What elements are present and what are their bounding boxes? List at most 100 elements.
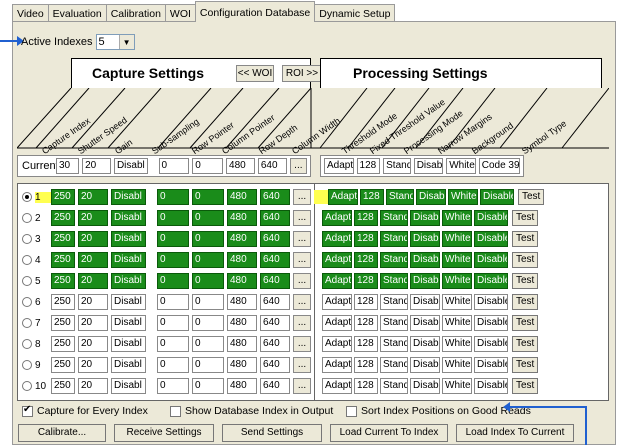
row-processing-field[interactable]: Disabl bbox=[410, 294, 440, 310]
send-settings-button[interactable]: Send Settings bbox=[222, 424, 322, 442]
row-processing-field[interactable]: White bbox=[448, 189, 478, 205]
row-processing-field[interactable]: Stand bbox=[380, 378, 408, 394]
row-processing-field[interactable]: White bbox=[442, 378, 472, 394]
row-capture-field[interactable]: 0 bbox=[192, 189, 224, 205]
row-capture-field[interactable]: 250 bbox=[51, 273, 75, 289]
row-ellipsis-button[interactable]: ... bbox=[293, 189, 311, 205]
row-test-button[interactable]: Test bbox=[512, 357, 539, 373]
row-capture-field[interactable]: 0 bbox=[192, 378, 224, 394]
row-processing-field[interactable]: 128 bbox=[354, 273, 378, 289]
row-processing-field[interactable]: White bbox=[442, 336, 472, 352]
row-processing-field[interactable]: Stand bbox=[380, 294, 408, 310]
row-ellipsis-button[interactable]: ... bbox=[293, 357, 311, 373]
row-select-radio[interactable] bbox=[22, 339, 32, 349]
row-processing-field[interactable]: Adapti bbox=[322, 210, 352, 226]
row-capture-field[interactable]: 0 bbox=[192, 252, 224, 268]
row-capture-field[interactable]: 250 bbox=[51, 210, 75, 226]
row-capture-field[interactable]: 20 bbox=[78, 336, 108, 352]
row-ellipsis-button[interactable]: ... bbox=[293, 210, 311, 226]
row-test-button[interactable]: Test bbox=[512, 231, 539, 247]
row-processing-field[interactable]: Stand bbox=[380, 315, 408, 331]
current-symbol-type[interactable]: Code 39 bbox=[478, 158, 520, 174]
row-processing-field[interactable]: Disabl bbox=[410, 210, 440, 226]
row-capture-field[interactable]: 0 bbox=[157, 378, 189, 394]
row-test-button[interactable]: Test bbox=[512, 252, 539, 268]
row-capture-field[interactable]: 480 bbox=[227, 252, 257, 268]
row-capture-field[interactable]: 480 bbox=[227, 189, 257, 205]
row-ellipsis-button[interactable]: ... bbox=[293, 336, 311, 352]
row-processing-field[interactable]: White bbox=[442, 210, 472, 226]
row-capture-field[interactable]: 640 bbox=[260, 357, 290, 373]
row-capture-field[interactable]: 250 bbox=[51, 189, 75, 205]
row-select-radio[interactable] bbox=[22, 192, 32, 202]
row-capture-field[interactable]: Disabl bbox=[111, 336, 146, 352]
row-test-button[interactable]: Test bbox=[512, 294, 539, 310]
row-processing-field[interactable]: Adapti bbox=[322, 231, 352, 247]
row-capture-field[interactable]: 640 bbox=[260, 315, 290, 331]
row-capture-field[interactable]: 0 bbox=[192, 294, 224, 310]
row-capture-field[interactable]: 480 bbox=[227, 378, 257, 394]
row-capture-field[interactable]: 20 bbox=[78, 315, 108, 331]
row-capture-field[interactable]: 640 bbox=[260, 189, 290, 205]
row-processing-field[interactable]: Disabled bbox=[474, 273, 508, 289]
woi-button[interactable]: << WOI bbox=[236, 65, 274, 82]
row-processing-field[interactable]: Stand bbox=[380, 252, 408, 268]
show-db-index-checkbox[interactable] bbox=[170, 405, 181, 417]
current-row-pointer[interactable]: 0 bbox=[158, 158, 190, 174]
row-ellipsis-button[interactable]: ... bbox=[293, 378, 311, 394]
chevron-down-icon[interactable]: ▼ bbox=[118, 35, 134, 49]
current-threshold-mode[interactable]: Adapti bbox=[324, 158, 354, 174]
row-processing-field[interactable]: Adapti bbox=[322, 357, 352, 373]
row-processing-field[interactable]: 128 bbox=[354, 294, 378, 310]
tab-video[interactable]: Video bbox=[12, 4, 49, 22]
row-processing-field[interactable]: Adapti bbox=[322, 273, 352, 289]
row-capture-field[interactable]: Disabl bbox=[111, 231, 146, 247]
row-processing-field[interactable]: 128 bbox=[360, 189, 384, 205]
row-capture-field[interactable]: 250 bbox=[51, 378, 75, 394]
row-capture-field[interactable]: 250 bbox=[51, 336, 75, 352]
row-capture-field[interactable]: 480 bbox=[227, 231, 257, 247]
row-capture-field[interactable]: 0 bbox=[157, 252, 189, 268]
row-capture-field[interactable]: 0 bbox=[157, 294, 189, 310]
tab-dynamic-setup[interactable]: Dynamic Setup bbox=[314, 4, 396, 22]
row-capture-field[interactable]: 20 bbox=[78, 231, 108, 247]
current-gain[interactable]: 20 bbox=[82, 158, 111, 174]
row-capture-field[interactable]: 250 bbox=[51, 231, 75, 247]
row-processing-field[interactable]: Disabled bbox=[474, 336, 508, 352]
row-select-radio[interactable] bbox=[22, 213, 32, 223]
current-col-pointer[interactable]: 0 bbox=[192, 158, 224, 174]
current-narrow-margins[interactable]: Disabl bbox=[413, 158, 444, 174]
row-select-radio[interactable] bbox=[22, 234, 32, 244]
row-processing-field[interactable]: 128 bbox=[354, 210, 378, 226]
row-processing-field[interactable]: Adapti bbox=[328, 189, 358, 205]
row-select-radio[interactable] bbox=[22, 255, 32, 265]
calibrate-button[interactable]: Calibrate... bbox=[18, 424, 106, 442]
option-show-db-index[interactable]: Show Database Index in Output bbox=[170, 405, 333, 417]
row-capture-field[interactable]: 640 bbox=[260, 378, 290, 394]
row-processing-field[interactable]: 128 bbox=[354, 231, 378, 247]
load-current-to-index-button[interactable]: Load Current To Index bbox=[330, 424, 448, 442]
row-ellipsis-button[interactable]: ... bbox=[293, 315, 311, 331]
row-capture-field[interactable]: 480 bbox=[227, 294, 257, 310]
row-ellipsis-button[interactable]: ... bbox=[293, 294, 311, 310]
load-index-to-current-button[interactable]: Load Index To Current bbox=[456, 424, 574, 442]
active-indexes-select[interactable]: 5 ▼ bbox=[95, 34, 135, 50]
row-processing-field[interactable]: Disabl bbox=[410, 378, 440, 394]
row-capture-field[interactable]: Disabl bbox=[111, 294, 146, 310]
row-processing-field[interactable]: Adapti bbox=[322, 378, 352, 394]
current-background[interactable]: White bbox=[446, 158, 476, 174]
row-capture-field[interactable]: 20 bbox=[78, 252, 108, 268]
option-capture-every[interactable]: Capture for Every Index bbox=[22, 404, 148, 417]
row-select-radio[interactable] bbox=[22, 360, 32, 370]
row-test-button[interactable]: Test bbox=[512, 315, 539, 331]
row-select-radio[interactable] bbox=[22, 276, 32, 286]
row-capture-field[interactable]: 250 bbox=[51, 315, 75, 331]
row-capture-field[interactable]: 640 bbox=[260, 231, 290, 247]
row-processing-field[interactable]: Stand bbox=[380, 273, 408, 289]
row-select-radio[interactable] bbox=[22, 318, 32, 328]
row-processing-field[interactable]: Disabled bbox=[480, 189, 514, 205]
row-capture-field[interactable]: 0 bbox=[157, 336, 189, 352]
row-capture-field[interactable]: 480 bbox=[227, 315, 257, 331]
row-capture-field[interactable]: 640 bbox=[260, 273, 290, 289]
row-select-radio[interactable] bbox=[22, 297, 32, 307]
